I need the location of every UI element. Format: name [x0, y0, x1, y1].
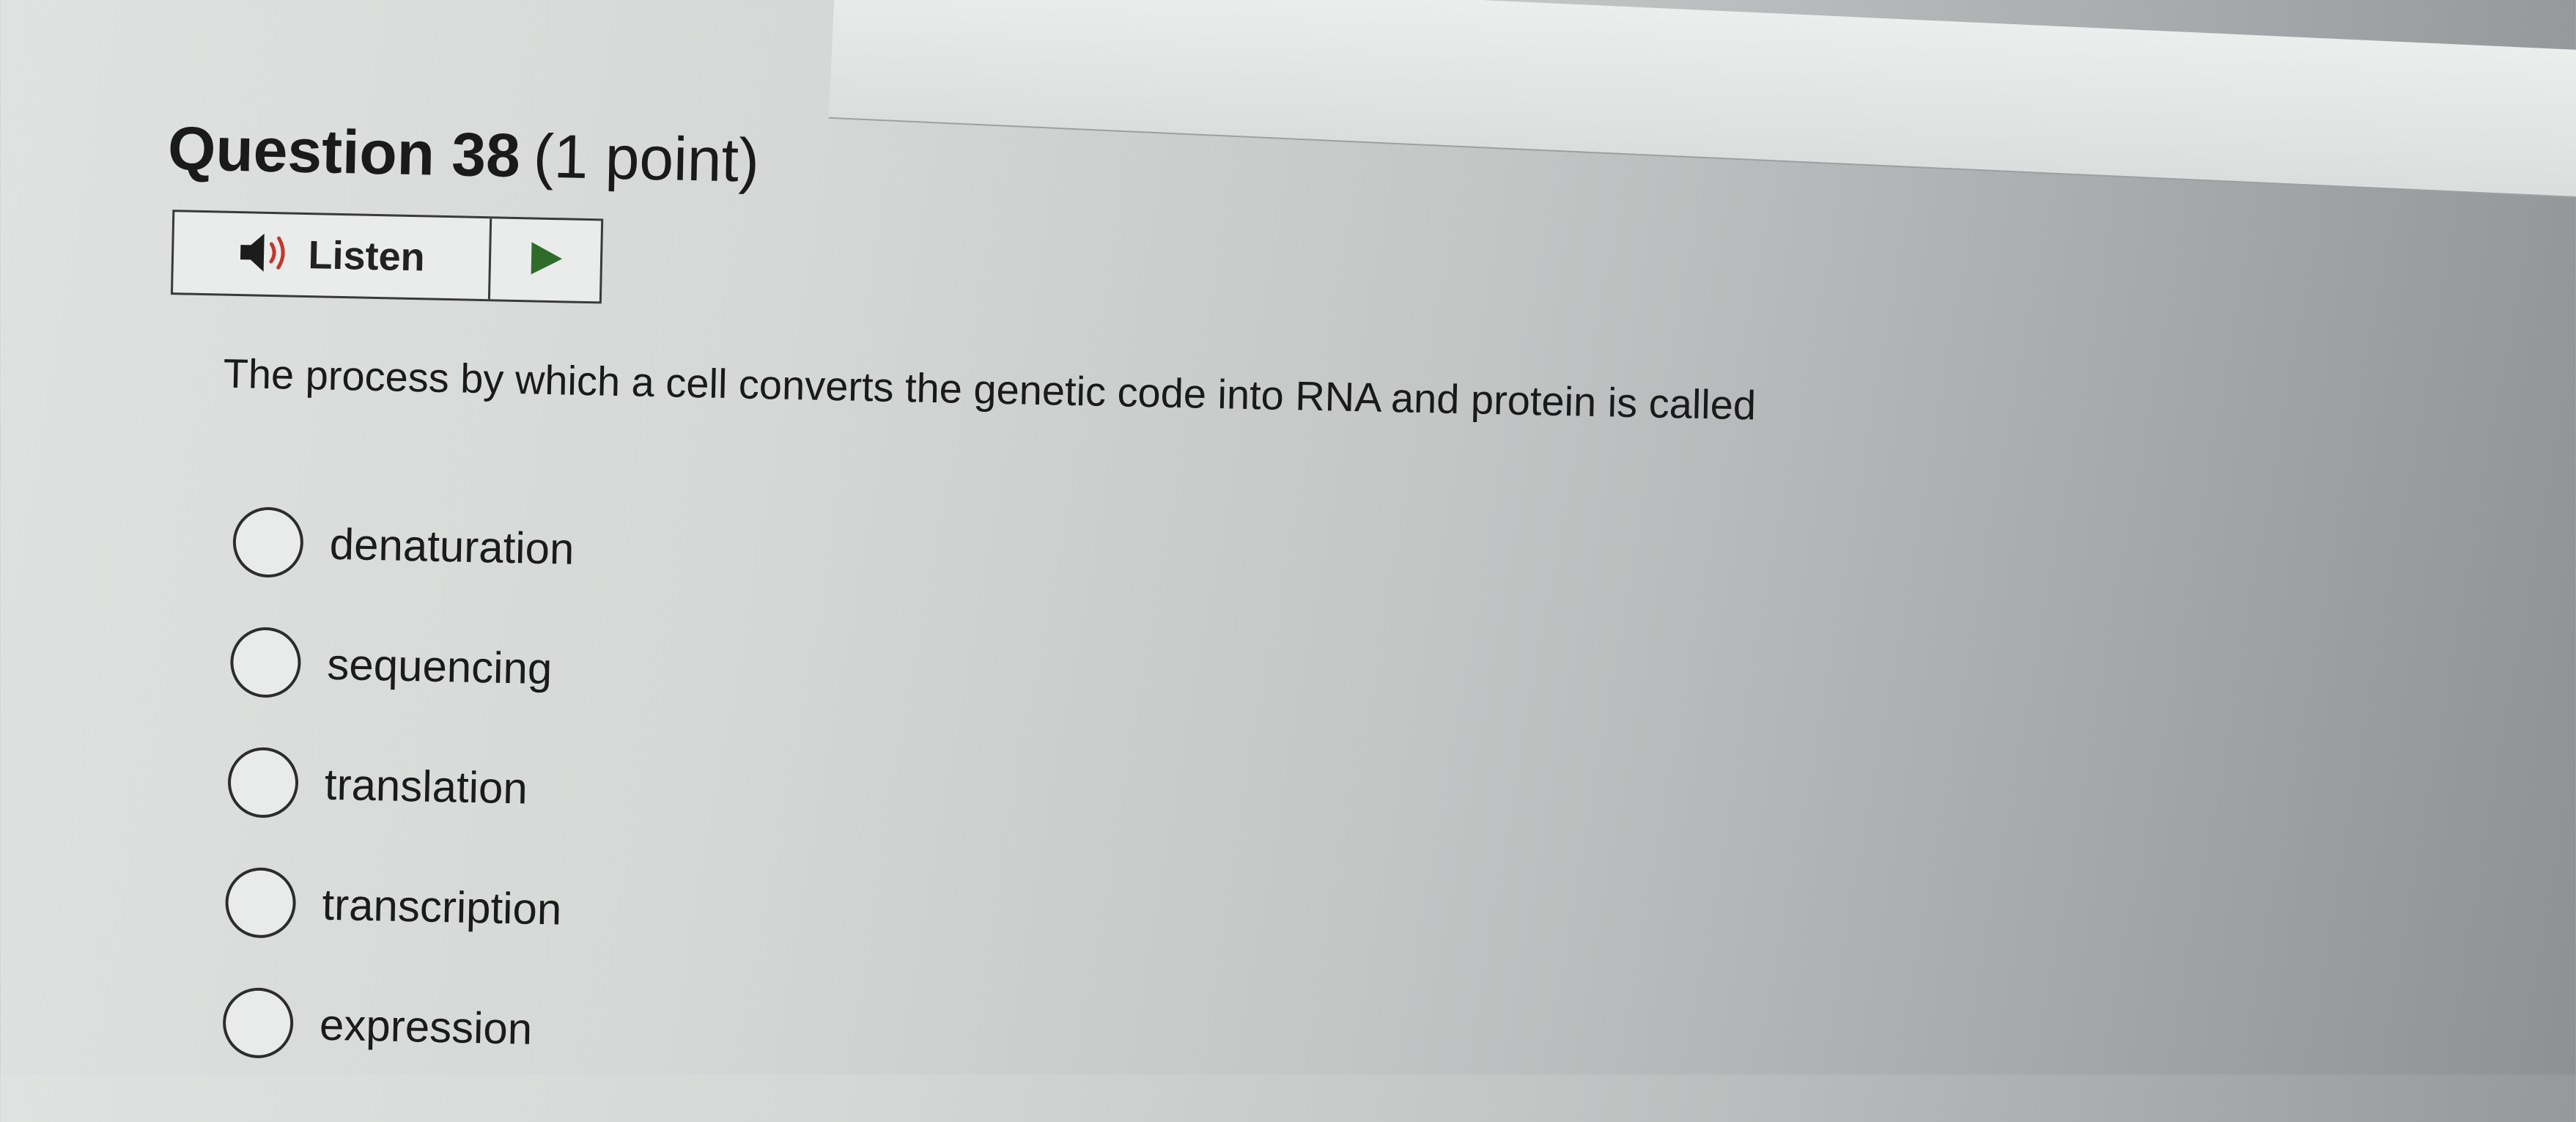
radio-button[interactable]: [227, 746, 300, 819]
radio-button[interactable]: [222, 986, 295, 1059]
question-points: (1 point): [532, 121, 760, 195]
option-translation[interactable]: translation: [226, 722, 570, 849]
option-label: expression: [319, 1000, 533, 1054]
option-transcription[interactable]: transcription: [224, 842, 568, 970]
radio-button[interactable]: [229, 626, 302, 698]
option-label: translation: [324, 759, 528, 813]
option-label: sequencing: [326, 639, 553, 693]
option-denaturation[interactable]: denaturation: [232, 481, 575, 609]
listen-label: Listen: [307, 233, 426, 280]
option-label: transcription: [321, 879, 563, 934]
play-icon: [526, 239, 565, 281]
radio-button[interactable]: [232, 506, 304, 578]
listen-button[interactable]: Listen: [172, 212, 492, 300]
option-sequencing[interactable]: sequencing: [229, 602, 573, 729]
question-text: The process by which a cell converts the…: [223, 350, 1757, 429]
answer-options: denaturation sequencing translation tran…: [221, 481, 575, 1090]
listen-widget: Listen: [170, 210, 604, 304]
play-button[interactable]: [490, 218, 601, 301]
question-number: Question 38: [167, 114, 521, 191]
option-label: denaturation: [329, 519, 575, 574]
radio-button[interactable]: [224, 866, 297, 939]
speaker-icon: [237, 230, 294, 279]
option-expression[interactable]: expression: [221, 962, 565, 1090]
